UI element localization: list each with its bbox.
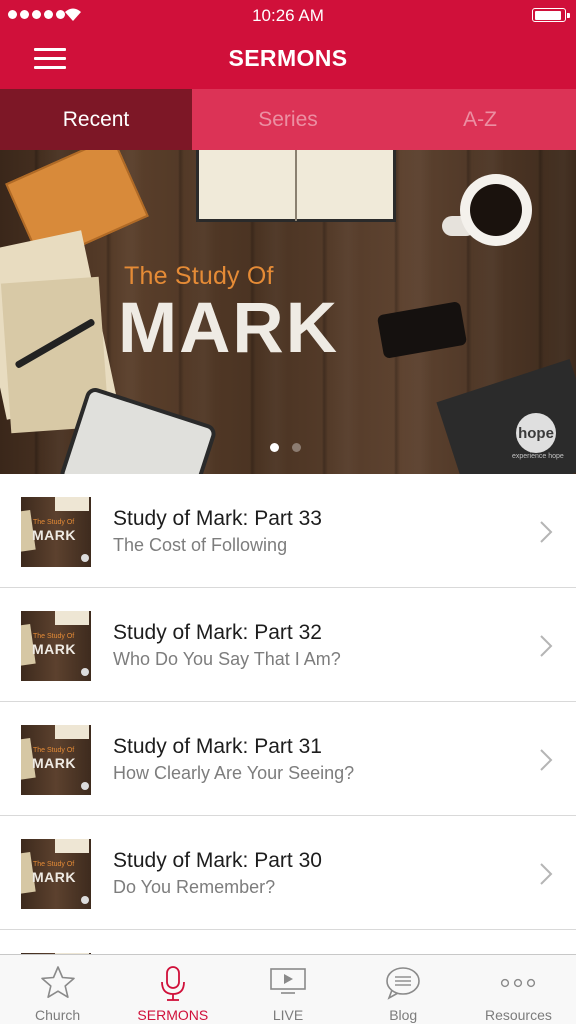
chevron-right-icon <box>540 521 553 543</box>
decorative-phone <box>376 301 468 359</box>
bottom-tab-bar: Church SERMONS LIVE Blog Resources <box>0 954 576 1024</box>
tab-recent[interactable]: Recent <box>0 89 192 150</box>
tabbar-label: LIVE <box>272 1007 304 1023</box>
page-dot-1[interactable] <box>270 443 279 452</box>
star-icon <box>40 966 75 998</box>
segmented-tabs: Recent Series A-Z <box>0 89 576 150</box>
video-play-icon <box>270 968 306 994</box>
chevron-right-icon <box>540 863 553 885</box>
sermon-row[interactable]: The Study Of MARK Study of Mark: Part 31… <box>0 702 576 816</box>
logo-caption: experience hope <box>512 453 564 460</box>
thumbnail-subtitle: The Study Of <box>33 861 75 868</box>
tabbar-label: Resources <box>484 1007 552 1023</box>
sermon-subtitle: Who Do You Say That I Am? <box>113 649 341 669</box>
sermon-title: Study of Mark: Part 32 <box>113 621 322 644</box>
tabbar-item-sermons[interactable]: SERMONS <box>115 955 230 1024</box>
banner-title: MARK <box>118 289 339 368</box>
sermon-title: Study of Mark: Part 30 <box>113 849 322 872</box>
status-bar: 10:26 AM <box>0 0 576 30</box>
sermon-thumbnail: The Study Of MARK <box>21 725 91 795</box>
thumbnail-title: MARK <box>32 641 76 657</box>
speech-bubble-icon <box>386 967 421 1000</box>
tabbar-item-church[interactable]: Church <box>0 955 115 1024</box>
banner-subtitle: The Study Of <box>124 262 274 290</box>
tabbar-label: Church <box>35 1007 81 1023</box>
sermon-thumbnail: The Study Of MARK <box>21 497 91 567</box>
sermon-row-partial[interactable] <box>0 930 576 954</box>
page-indicator[interactable] <box>270 443 301 452</box>
sermon-title: Study of Mark: Part 33 <box>113 507 322 530</box>
hope-logo: hope <box>516 413 556 453</box>
tabbar-label: Blog <box>389 1007 418 1023</box>
more-dots-icon <box>501 978 536 988</box>
thumbnail-title: MARK <box>32 755 76 771</box>
thumbnail-subtitle: The Study Of <box>33 633 75 640</box>
tab-a-z[interactable]: A-Z <box>384 89 576 150</box>
decorative-open-book <box>196 150 396 222</box>
sermon-thumbnail: The Study Of MARK <box>21 611 91 681</box>
tabbar-item-resources[interactable]: Resources <box>461 955 576 1024</box>
tabbar-label: SERMONS <box>137 1007 209 1023</box>
page-title: SERMONS <box>228 45 348 71</box>
battery-icon <box>532 8 570 22</box>
sermon-subtitle: Do You Remember? <box>113 877 276 897</box>
featured-series-banner[interactable]: The Study Of MARK hope experience hope <box>0 150 576 474</box>
nav-bar: SERMONS <box>0 30 576 89</box>
sermon-thumbnail: The Study Of MARK <box>21 839 91 909</box>
sermon-list: The Study Of MARK Study of Mark: Part 33… <box>0 474 576 954</box>
decorative-coffee-mug <box>460 174 532 246</box>
microphone-icon <box>160 966 185 1001</box>
sermon-subtitle: The Cost of Following <box>113 535 288 555</box>
sermon-subtitle: How Clearly Are Your Seeing? <box>113 763 355 783</box>
sermon-row[interactable]: The Study Of MARK Study of Mark: Part 32… <box>0 588 576 702</box>
chevron-right-icon <box>540 749 553 771</box>
thumbnail-subtitle: The Study Of <box>33 519 75 526</box>
thumbnail-subtitle: The Study Of <box>33 747 75 754</box>
tabbar-item-blog[interactable]: Blog <box>346 955 461 1024</box>
sermon-row[interactable]: The Study Of MARK Study of Mark: Part 33… <box>0 474 576 588</box>
thumbnail-title: MARK <box>32 527 76 543</box>
tab-series[interactable]: Series <box>192 89 384 150</box>
thumbnail-title: MARK <box>32 869 76 885</box>
tabbar-item-live[interactable]: LIVE <box>230 955 345 1024</box>
sermon-row[interactable]: The Study Of MARK Study of Mark: Part 30… <box>0 816 576 930</box>
page-dot-2[interactable] <box>292 443 301 452</box>
status-time: 10:26 AM <box>252 6 324 25</box>
sermon-title: Study of Mark: Part 31 <box>113 735 322 758</box>
chevron-right-icon <box>540 635 553 657</box>
